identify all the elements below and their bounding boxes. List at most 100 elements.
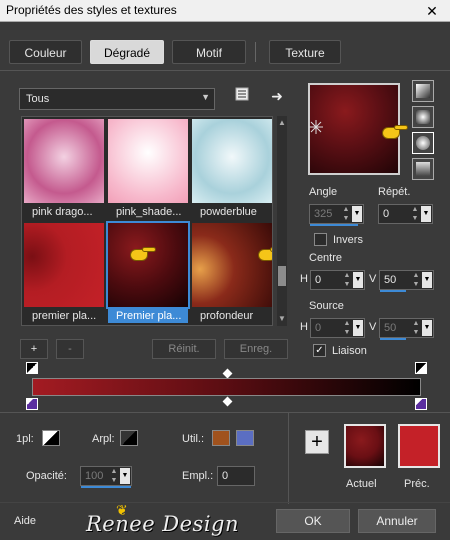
opacity-stop-label: 1pl: [16, 433, 34, 445]
centre-v-value: 50 [384, 274, 397, 286]
centre-h-label: H [300, 273, 308, 285]
gradient-item[interactable]: profondeur [192, 223, 272, 322]
repeat-label: Répét. [378, 186, 411, 198]
remove-gradient-button[interactable]: - [56, 339, 84, 359]
chevron-down-icon[interactable]: ▼ [353, 320, 363, 336]
gradient-label: pink drago... [32, 206, 93, 218]
scrollbar-thumb[interactable] [278, 266, 286, 286]
angle-stepper[interactable]: 325 ▲ ▼ ▼ [309, 204, 364, 226]
scroll-down-icon[interactable]: ▼ [277, 314, 287, 324]
source-v-stepper[interactable]: 50 ▲ ▼ ▼ [379, 318, 434, 340]
source-h-stepper[interactable]: 0 ▲ ▼ ▼ [310, 318, 365, 338]
gradient-item[interactable]: powderblue [192, 119, 272, 218]
linear-gradient-button[interactable] [412, 80, 434, 102]
midpoint-marker[interactable] [222, 368, 233, 379]
list-icon[interactable] [232, 86, 252, 106]
updown-icon[interactable]: ▲ ▼ [342, 319, 352, 337]
util-color-swatch[interactable] [236, 430, 254, 446]
gradient-item[interactable]: pink_shade... [108, 119, 188, 218]
background-stop-swatch[interactable] [120, 430, 138, 446]
invert-checkbox[interactable] [314, 233, 327, 246]
gradient-swatch [106, 221, 190, 309]
category-select[interactable]: Tous ▼ [19, 88, 215, 110]
repeat-value: 0 [383, 208, 390, 220]
gradient-label: pink_shade... [116, 206, 182, 218]
chevron-down-icon[interactable]: ▼ [422, 272, 432, 288]
save-button[interactable]: Enreg. [224, 339, 288, 359]
midpoint-color-marker[interactable] [222, 396, 233, 407]
repeat-stepper[interactable]: 0 ▲ ▼ ▼ [378, 204, 433, 224]
opacity-stepper[interactable]: 100 ▲ ▼ ▼ [80, 466, 132, 488]
centre-v-label: V [369, 273, 377, 285]
centre-v-stepper[interactable]: 50 ▲ ▼ ▼ [379, 270, 434, 292]
gradient-item[interactable]: premier pla... [24, 223, 104, 322]
arrow-right-icon[interactable]: ➜ [267, 86, 287, 106]
previous-label: Préc. [404, 478, 430, 490]
tab-motif[interactable]: Motif [172, 40, 246, 64]
tab-degrade[interactable]: Dégradé [90, 40, 164, 64]
start-stop-marker[interactable] [26, 362, 38, 374]
tab-texture[interactable]: Texture [269, 40, 341, 64]
sunburst-gradient-button[interactable] [412, 158, 434, 180]
gradient-swatch [24, 223, 104, 307]
source-label: Source [309, 300, 344, 312]
chevron-down-icon[interactable]: ▼ [120, 468, 130, 484]
pointing-hand-icon [258, 245, 272, 263]
chevron-down-icon[interactable]: ▼ [352, 206, 362, 222]
rectangular-gradient-button[interactable] [412, 106, 434, 128]
start-color-stop[interactable] [26, 398, 38, 410]
gradient-item[interactable]: pink drago... [24, 119, 104, 218]
source-v-slider-bar[interactable] [380, 338, 406, 340]
scroll-up-icon[interactable]: ▲ [277, 118, 287, 128]
source-h-value: 0 [315, 322, 322, 334]
opacity-slider-bar[interactable] [81, 486, 131, 488]
updown-icon[interactable]: ▲ ▼ [411, 319, 421, 337]
previous-color-swatch[interactable] [398, 424, 440, 468]
empl-label: Empl.: [182, 470, 214, 482]
foreground-stop-swatch[interactable] [42, 430, 60, 446]
gradient-list: pink drago... pink_shade... powderblue p… [21, 116, 273, 326]
gradient-swatch [192, 223, 272, 307]
end-color-stop[interactable] [415, 398, 427, 410]
source-v-value: 50 [384, 322, 397, 334]
radial-gradient-button[interactable] [412, 132, 434, 154]
ok-button[interactable]: OK [276, 509, 350, 533]
chevron-down-icon[interactable]: ▼ [422, 320, 432, 336]
category-value: Tous [26, 93, 50, 105]
util-color-swatch[interactable] [212, 430, 230, 446]
add-swatch-button[interactable]: + [305, 430, 329, 454]
gradient-bar[interactable] [32, 378, 421, 396]
gradient-swatch [24, 119, 104, 203]
updown-icon[interactable]: ▲ ▼ [109, 467, 119, 485]
gradient-item-selected[interactable]: Premier pla... [106, 221, 190, 323]
reset-button[interactable]: Réinit. [152, 339, 216, 359]
updown-icon[interactable]: ▲ ▼ [342, 271, 352, 289]
gradient-label: Premier pla... [108, 309, 188, 323]
angle-slider-bar[interactable] [310, 224, 358, 226]
end-stop-marker[interactable] [415, 362, 427, 374]
updown-icon[interactable]: ▲ ▼ [341, 205, 351, 223]
updown-icon[interactable]: ▲ ▼ [410, 205, 420, 223]
chevron-down-icon[interactable]: ▼ [353, 272, 363, 288]
gradient-preview[interactable] [308, 83, 408, 175]
cancel-button[interactable]: Annuler [358, 509, 436, 533]
centre-h-stepper[interactable]: 0 ▲ ▼ ▼ [310, 270, 365, 290]
chevron-down-icon[interactable]: ▼ [421, 206, 431, 222]
empl-field[interactable]: 0 [217, 466, 255, 486]
window-title: Propriétés des styles et textures [6, 3, 177, 17]
link-checkbox[interactable]: ✓ [313, 344, 326, 357]
close-icon[interactable]: ✕ [414, 0, 450, 22]
logo-text: Renee Design [86, 512, 240, 536]
tab-couleur[interactable]: Couleur [9, 40, 82, 64]
gradient-label: powderblue [200, 206, 257, 218]
help-link[interactable]: Aide [14, 515, 36, 527]
current-color-swatch[interactable] [344, 424, 386, 468]
angle-label: Angle [309, 186, 338, 198]
crosshair-icon [309, 120, 323, 134]
updown-icon[interactable]: ▲ ▼ [411, 271, 421, 289]
gradient-scrollbar[interactable]: ▲ ▼ [277, 116, 287, 326]
add-gradient-button[interactable]: + [20, 339, 48, 359]
centre-v-slider-bar[interactable] [380, 290, 406, 292]
opacity-label: Opacité: [26, 470, 67, 482]
tab-separator [255, 42, 256, 62]
